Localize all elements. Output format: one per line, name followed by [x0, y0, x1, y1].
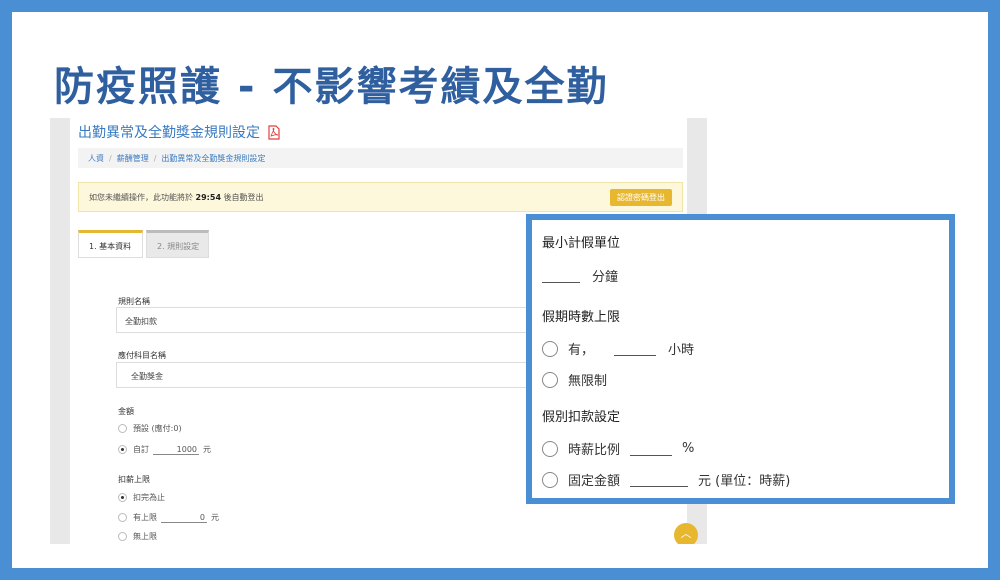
rule-name-label: 規則名稱 [118, 297, 150, 306]
hourly-ratio-radio[interactable] [542, 440, 558, 457]
breadcrumb-item-current: 出勤異常及全勤獎金規則設定 [161, 154, 266, 163]
session-countdown: 29:54 [195, 193, 222, 202]
deduct-limit-option[interactable]: 有上限 0 元 [118, 512, 219, 523]
amount-default-option[interactable]: 預設 (應付:0) [118, 423, 182, 434]
deduct-limit-input[interactable]: 0 [161, 513, 207, 523]
page-title: 出勤異常及全勤獎金規則設定 [78, 122, 280, 142]
hours-cap-heading: 假期時數上限 [542, 310, 621, 325]
deduct-until-radio[interactable] [118, 493, 127, 502]
breadcrumb: 人資 / 薪酬管理 / 出勤異常及全勤獎金規則設定 [78, 148, 683, 168]
amount-default-radio[interactable] [118, 424, 127, 433]
breadcrumb-item-hr[interactable]: 人資 [88, 154, 104, 163]
payable-label: 應付科目名稱 [118, 351, 166, 360]
rule-name-input[interactable]: 全勤扣款 [116, 307, 596, 333]
slide-headline: 防疫照護 - 不影響考績及全勤 [54, 64, 609, 110]
fixed-amount-radio[interactable] [542, 471, 558, 488]
logout-button[interactable]: 認證密碼登出 [610, 189, 672, 206]
tab-basic-info[interactable]: 1. 基本資料 [78, 230, 143, 258]
deduct-limit-radio[interactable] [118, 513, 127, 522]
deduction-heading: 假別扣款設定 [542, 410, 621, 425]
tab-rule-settings[interactable]: 2. 規則設定 [146, 230, 209, 258]
deduct-cap-label: 扣薪上限 [118, 475, 150, 484]
hourly-ratio-option[interactable]: 時薪比例 % [542, 439, 694, 458]
hours-yes-radio[interactable] [542, 340, 558, 357]
deduct-until-option[interactable]: 扣完為止 [118, 492, 165, 503]
payable-select[interactable]: 全勤獎金 [116, 362, 596, 388]
fixed-amount-input[interactable] [630, 473, 689, 487]
hours-input[interactable] [614, 342, 657, 356]
min-unit-input[interactable] [542, 269, 580, 283]
hours-yes-option[interactable]: 有， 小時 [542, 339, 694, 358]
deduct-none-option[interactable]: 無上限 [118, 531, 157, 542]
deduct-none-radio[interactable] [118, 532, 127, 541]
amount-input[interactable]: 1000 [153, 445, 199, 455]
amount-label: 金額 [118, 407, 134, 416]
min-unit-heading: 最小計假單位 [542, 236, 621, 251]
hours-unlimited-option[interactable]: 無限制 [542, 370, 607, 389]
leave-settings-callout: 最小計假單位 分鐘 假期時數上限 有， 小時 無限制 假別扣款設定 時薪比例 %… [526, 214, 955, 504]
scroll-to-top-button[interactable]: ︿ [674, 523, 698, 544]
amount-custom-radio[interactable] [118, 445, 127, 454]
breadcrumb-item-payroll[interactable]: 薪酬管理 [117, 154, 149, 163]
pdf-icon[interactable] [268, 124, 280, 140]
hourly-ratio-input[interactable] [630, 442, 673, 456]
session-alert: 如您未繼續操作，此功能將於 29:54 後自動登出 認證密碼登出 [78, 182, 683, 212]
fixed-amount-option[interactable]: 固定金額 元 (單位：時薪) [542, 470, 790, 489]
hours-unlimited-radio[interactable] [542, 371, 558, 388]
amount-custom-option[interactable]: 自訂 1000 元 [118, 444, 211, 455]
min-unit-row: 分鐘 [542, 266, 618, 285]
